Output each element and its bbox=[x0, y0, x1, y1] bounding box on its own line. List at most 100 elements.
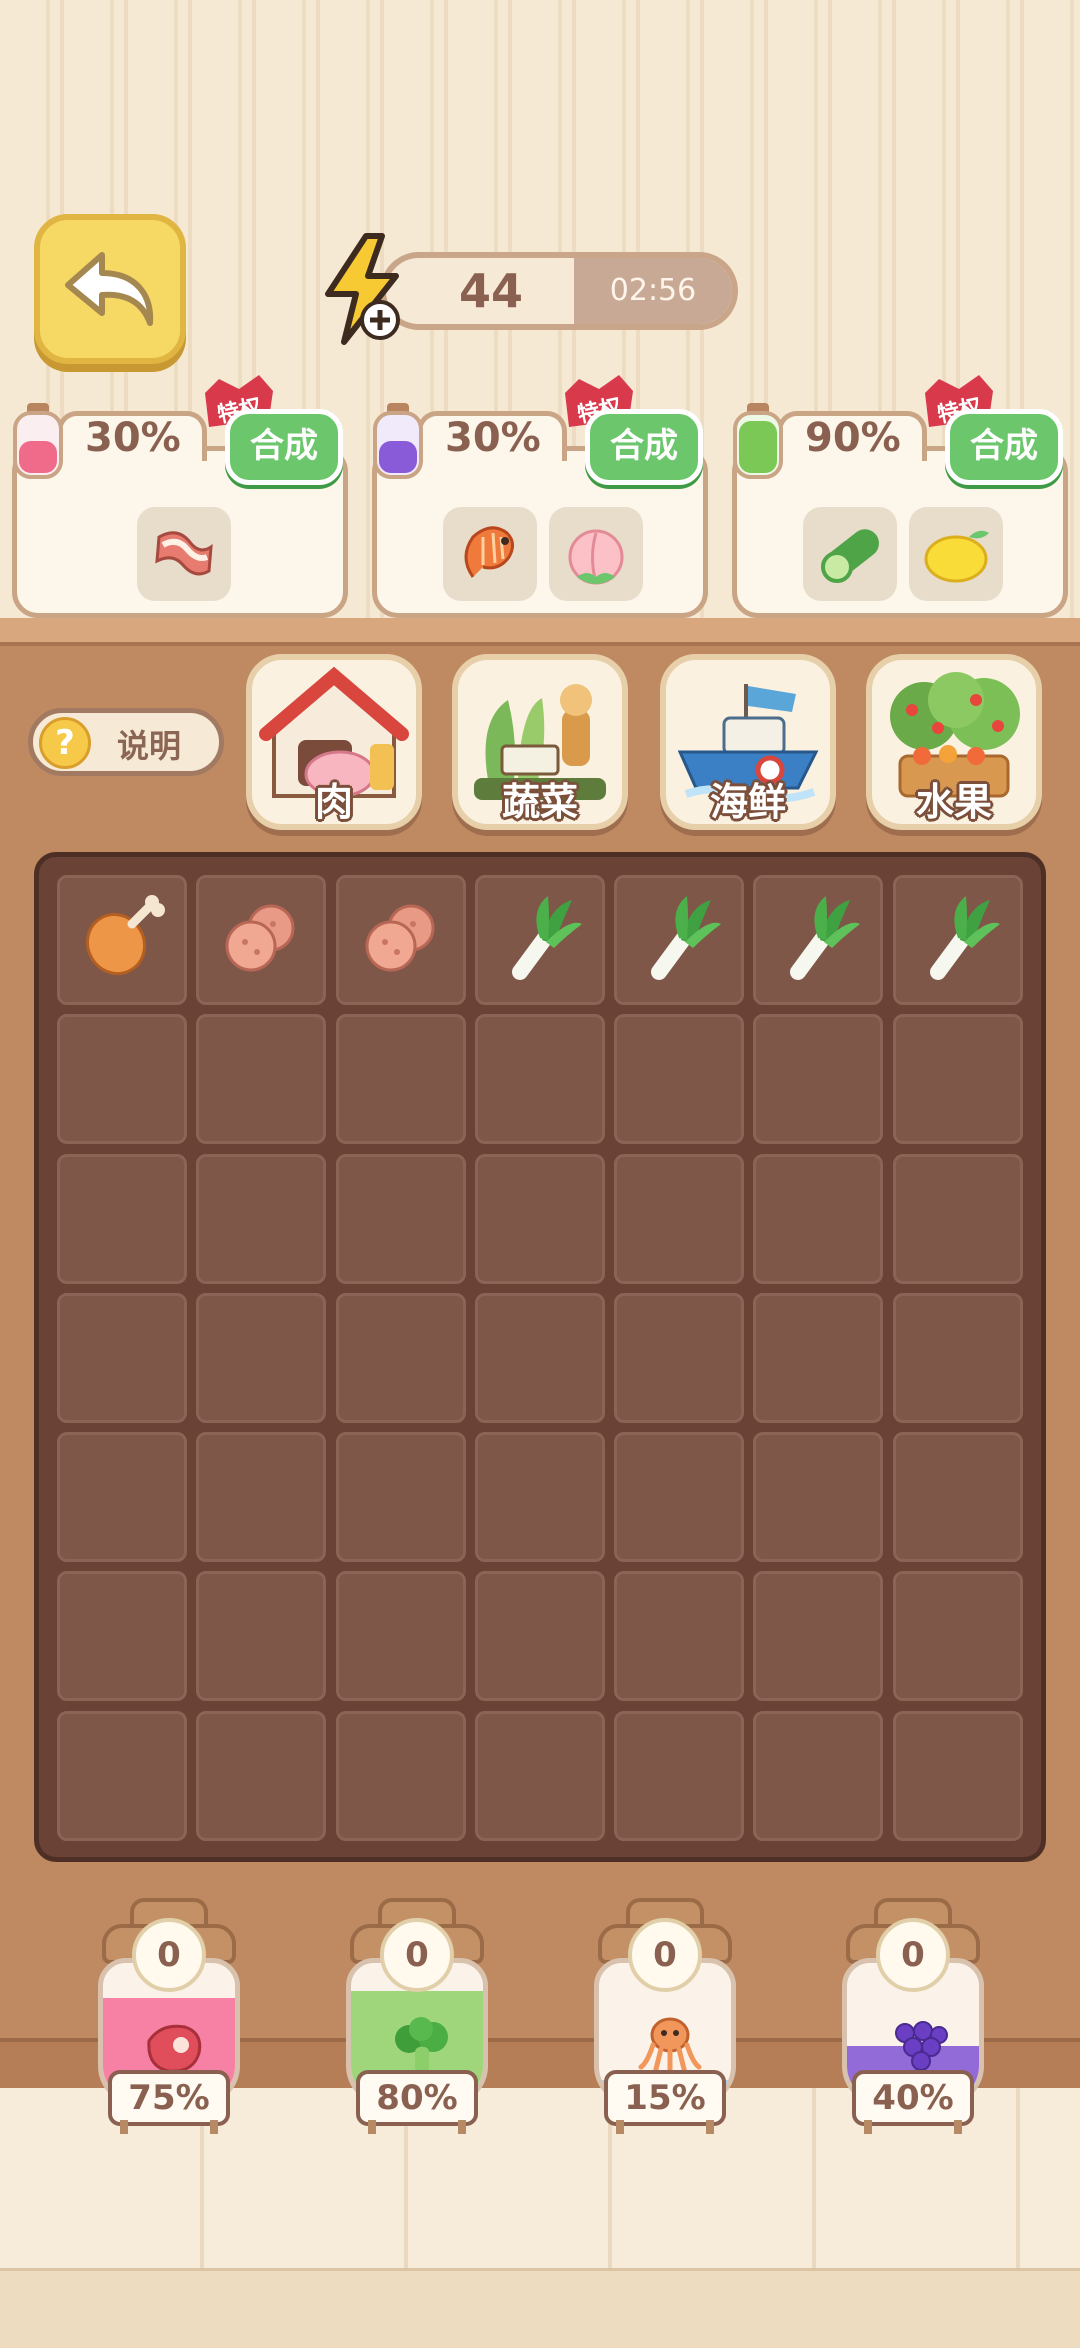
category-fruit[interactable]: 水果 bbox=[866, 654, 1042, 830]
cucumber-icon bbox=[821, 529, 879, 583]
board-cell[interactable] bbox=[474, 1153, 605, 1284]
bacon-slot bbox=[137, 507, 231, 601]
energy-value: 44 bbox=[458, 264, 523, 318]
board-cell[interactable] bbox=[753, 1432, 884, 1563]
board-cell[interactable] bbox=[614, 1571, 745, 1702]
board-cell[interactable] bbox=[335, 1432, 466, 1563]
board-cell[interactable] bbox=[753, 875, 884, 1005]
board-cell[interactable] bbox=[335, 1153, 466, 1284]
board-cell[interactable] bbox=[614, 1432, 745, 1563]
cucumber-slot bbox=[803, 507, 897, 601]
jar-count: 0 bbox=[628, 1918, 702, 1992]
board-cell[interactable] bbox=[474, 875, 605, 1005]
leek-icon bbox=[490, 888, 590, 992]
board-cell[interactable] bbox=[753, 1153, 884, 1284]
meatball-icon bbox=[351, 888, 451, 992]
board-cell[interactable] bbox=[474, 1710, 605, 1841]
lemon-icon bbox=[924, 530, 989, 583]
leek-icon bbox=[768, 888, 868, 992]
board-grid bbox=[57, 875, 1033, 1851]
shrimp-icon bbox=[464, 526, 514, 578]
board-cell[interactable] bbox=[57, 1153, 187, 1284]
board-cell[interactable] bbox=[57, 1292, 187, 1423]
category-seafood[interactable]: 海鲜 bbox=[660, 654, 836, 830]
jar-feet bbox=[616, 2120, 714, 2134]
board-cell[interactable] bbox=[57, 1432, 187, 1563]
drumstick-icon bbox=[72, 888, 172, 992]
board-cell[interactable] bbox=[892, 1571, 1023, 1702]
bottom-jar-seafood[interactable]: 0 15% bbox=[590, 1898, 740, 2134]
board-cell[interactable] bbox=[474, 1571, 605, 1702]
board-cell[interactable] bbox=[335, 1014, 466, 1145]
jar-percent: 15% bbox=[604, 2070, 726, 2126]
board-cell[interactable] bbox=[614, 1292, 745, 1423]
bottom-jar-vegetable[interactable]: 0 80% bbox=[342, 1898, 492, 2134]
jar-percent: 75% bbox=[108, 2070, 230, 2126]
board-cell[interactable] bbox=[892, 1292, 1023, 1423]
board-cell[interactable] bbox=[196, 1571, 327, 1702]
board-cell[interactable] bbox=[614, 1153, 745, 1284]
board-cell[interactable] bbox=[753, 1710, 884, 1841]
jar-feet bbox=[864, 2120, 962, 2134]
counter-edge bbox=[0, 618, 1080, 646]
leek-icon bbox=[908, 888, 1008, 992]
help-button[interactable]: ? 说明 bbox=[28, 708, 224, 776]
jar-percent: 30% bbox=[85, 415, 181, 461]
board-cell[interactable] bbox=[196, 1292, 327, 1423]
board-cell[interactable] bbox=[474, 1014, 605, 1145]
board-cell[interactable] bbox=[614, 875, 745, 1005]
compose-button[interactable]: 合成 bbox=[225, 409, 343, 485]
board-cell[interactable] bbox=[892, 1014, 1023, 1145]
top-jar-card-veg: 90% 特权 合成 bbox=[732, 375, 1068, 618]
board-cell[interactable] bbox=[892, 875, 1023, 1005]
board-cell[interactable] bbox=[892, 1710, 1023, 1841]
jar-count: 0 bbox=[132, 1918, 206, 1992]
back-button[interactable] bbox=[34, 214, 186, 364]
board-cell[interactable] bbox=[57, 875, 187, 1005]
bacon-icon bbox=[155, 531, 213, 576]
board-cell[interactable] bbox=[474, 1432, 605, 1563]
board-cell[interactable] bbox=[753, 1014, 884, 1145]
board-cell[interactable] bbox=[196, 1014, 327, 1145]
board-cell[interactable] bbox=[753, 1571, 884, 1702]
compose-button[interactable]: 合成 bbox=[945, 409, 1063, 485]
category-vegetable[interactable]: 蔬菜 bbox=[452, 654, 628, 830]
board-cell[interactable] bbox=[57, 1571, 187, 1702]
jar-feet bbox=[120, 2120, 218, 2134]
category-meat[interactable]: 肉 bbox=[246, 654, 422, 830]
board-cell[interactable] bbox=[196, 1153, 327, 1284]
board-cell[interactable] bbox=[196, 1432, 327, 1563]
board-cell[interactable] bbox=[892, 1153, 1023, 1284]
board-cell[interactable] bbox=[335, 875, 466, 1005]
category-label: 肉 bbox=[314, 780, 353, 824]
jar-count: 0 bbox=[380, 1918, 454, 1992]
board-cell[interactable] bbox=[57, 1014, 187, 1145]
merge-board bbox=[34, 852, 1046, 1862]
back-arrow-icon bbox=[65, 252, 154, 326]
jar-count: 0 bbox=[876, 1918, 950, 1992]
shrimp-slot bbox=[443, 507, 537, 601]
board-cell[interactable] bbox=[474, 1292, 605, 1423]
peach-slot bbox=[549, 507, 643, 601]
category-label: 海鲜 bbox=[709, 780, 786, 824]
steak-icon bbox=[147, 2024, 202, 2073]
board-cell[interactable] bbox=[892, 1432, 1023, 1563]
bottom-jar-meat[interactable]: 0 75% bbox=[94, 1898, 244, 2134]
board-cell[interactable] bbox=[753, 1292, 884, 1423]
board-cell[interactable] bbox=[614, 1014, 745, 1145]
board-cell[interactable] bbox=[335, 1710, 466, 1841]
board-cell[interactable] bbox=[335, 1571, 466, 1702]
board-cell[interactable] bbox=[57, 1710, 187, 1841]
board-cell[interactable] bbox=[196, 875, 327, 1005]
board-cell[interactable] bbox=[614, 1710, 745, 1841]
lightning-plus-icon[interactable] bbox=[318, 232, 406, 350]
board-cell[interactable] bbox=[335, 1292, 466, 1423]
category-label: 水果 bbox=[915, 780, 992, 824]
bottom-jar-fruit[interactable]: 0 40% bbox=[838, 1898, 988, 2134]
lemon-slot bbox=[909, 507, 1003, 601]
board-cell[interactable] bbox=[196, 1710, 327, 1841]
compose-button[interactable]: 合成 bbox=[585, 409, 703, 485]
floor-front bbox=[0, 2268, 1080, 2348]
broccoli-icon bbox=[395, 2017, 448, 2073]
jar-percent: 80% bbox=[356, 2070, 478, 2126]
